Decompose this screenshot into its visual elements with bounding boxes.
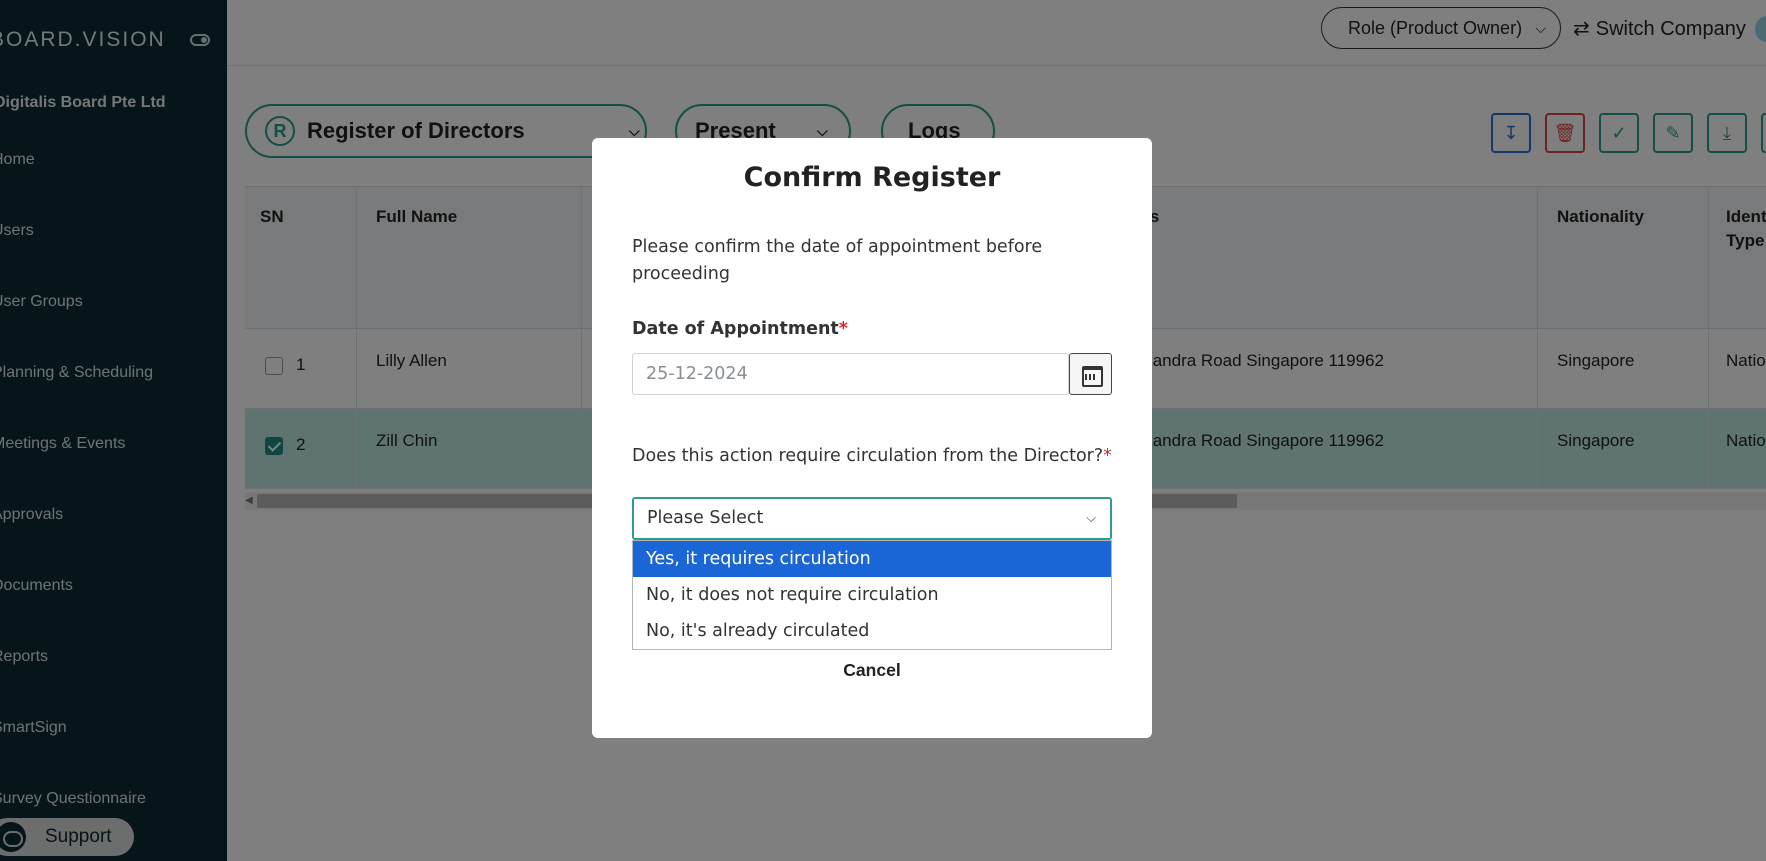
circulation-label-text: Does this action require circulation fro…: [632, 446, 1104, 466]
chevron-down-icon: ⌵: [1086, 511, 1096, 526]
cancel-button[interactable]: Cancel: [592, 660, 1152, 681]
required-mark: *: [838, 319, 848, 339]
circulation-dropdown: Yes, it requires circulation No, it does…: [632, 540, 1112, 650]
circulation-select[interactable]: Please Select ⌵: [632, 497, 1112, 540]
modal-title: Confirm Register: [743, 162, 1001, 193]
required-mark: *: [1103, 446, 1112, 466]
option-yes-requires[interactable]: Yes, it requires circulation: [633, 541, 1111, 577]
circulation-label: Does this action require circulation fro…: [632, 446, 1112, 466]
select-value: Please Select: [647, 508, 764, 528]
date-value: 25-12-2024: [646, 364, 748, 384]
option-no-not-require[interactable]: No, it does not require circulation: [633, 577, 1111, 613]
confirm-register-modal: Confirm Register Please confirm the date…: [592, 138, 1152, 738]
date-label-text: Date of Appointment: [632, 319, 839, 339]
option-already-circulated[interactable]: No, it's already circulated: [633, 613, 1111, 649]
calendar-icon[interactable]: [1069, 353, 1112, 395]
date-of-appointment-label: Date of Appointment*: [632, 319, 848, 339]
modal-description: Please confirm the date of appointment b…: [632, 237, 1043, 284]
date-of-appointment-input[interactable]: 25-12-2024: [632, 353, 1069, 395]
